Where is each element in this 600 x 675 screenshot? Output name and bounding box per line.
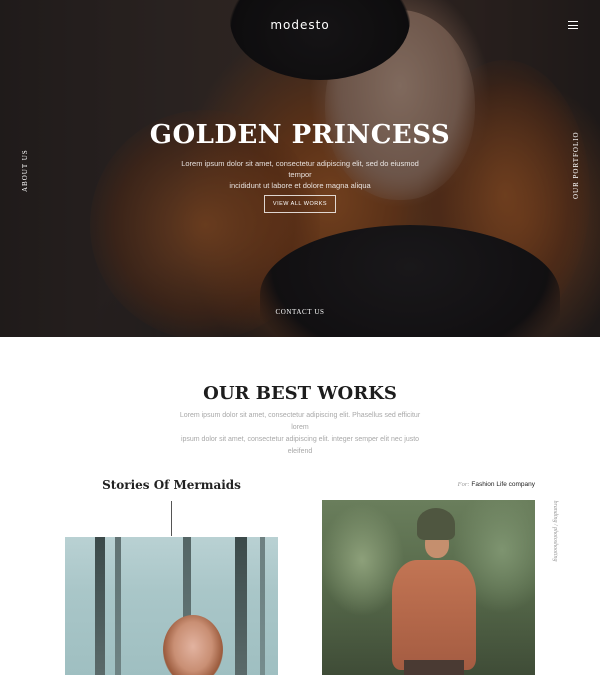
- hamburger-icon[interactable]: [568, 21, 578, 29]
- view-all-works-button[interactable]: VIEW ALL WORKS: [264, 195, 336, 213]
- contact-us-link[interactable]: CONTACT US: [0, 308, 600, 316]
- hero-subtitle-line: incididunt ut labore et dolore magna ali…: [229, 181, 371, 190]
- hero-subtitle-line: Lorem ipsum dolor sit amet, consectetur …: [181, 159, 419, 179]
- image-tree: [235, 537, 247, 675]
- hero-section: modesto ABOUT US OUR PORTFOLIO GOLDEN PR…: [0, 0, 600, 337]
- brand-logo[interactable]: modesto: [0, 18, 600, 32]
- hero-title: GOLDEN PRINCESS: [149, 120, 451, 150]
- project-category: branding / photoshooting: [552, 500, 558, 562]
- image-tree: [260, 537, 265, 675]
- project-image-fashion[interactable]: [322, 500, 535, 675]
- client-name: Fashion Life company: [471, 481, 535, 488]
- image-tree: [95, 537, 105, 675]
- client-prefix: For:: [457, 481, 470, 488]
- image-hat: [417, 508, 455, 540]
- works-title: OUR BEST WORKS: [203, 383, 397, 404]
- image-pants: [404, 660, 464, 675]
- about-us-link[interactable]: ABOUT US: [21, 149, 29, 192]
- works-subtitle-line: ipsum dolor sit amet, consectetur adipis…: [180, 436, 420, 455]
- project-title[interactable]: Stories Of Mermaids: [65, 478, 278, 492]
- divider-line: [171, 501, 172, 536]
- image-portrait: [163, 615, 223, 675]
- project-client: For: Fashion Life company: [430, 481, 535, 488]
- image-figure: [392, 560, 476, 670]
- project-image-mermaids[interactable]: [65, 537, 278, 675]
- image-tree: [115, 537, 121, 675]
- hero-subtitle: Lorem ipsum dolor sit amet, consectetur …: [170, 158, 430, 191]
- works-subtitle: Lorem ipsum dolor sit amet, consectetur …: [175, 410, 425, 458]
- works-subtitle-line: Lorem ipsum dolor sit amet, consectetur …: [179, 412, 421, 431]
